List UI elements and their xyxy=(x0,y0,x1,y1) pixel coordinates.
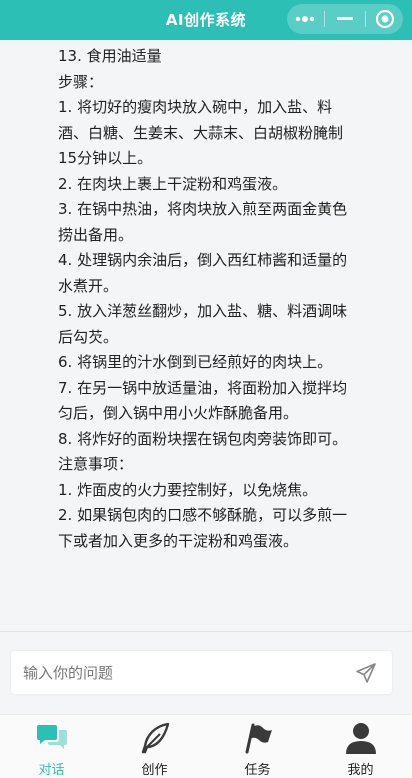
answer-line: 3. 在锅中热油，将肉块放入煎至两面金黄色 xyxy=(58,200,348,218)
more-dots-icon xyxy=(295,16,314,22)
feather-icon xyxy=(138,721,172,755)
tab-label: 对话 xyxy=(38,763,65,778)
question-input-bar xyxy=(11,651,392,694)
answer-line: 2. 在肉块上裹上干淀粉和鸡蛋液。 xyxy=(58,174,288,193)
answer-text: 13. 食用油适量 步骤： 1. 将切好的瘦肉块放入碗中，加入盐、料 酒、白糖、生姜末… xyxy=(0,40,412,554)
target-circle-icon xyxy=(376,9,395,29)
capsule-divider xyxy=(364,11,366,27)
send-icon xyxy=(356,663,376,683)
answer-line: 匀后，倒入锅中用小火炸酥脆备用。 xyxy=(58,404,299,422)
answer-line: 7. 在另一锅中放适量油，将面粉加入搅拌均 xyxy=(58,378,348,397)
answer-line: 2. 如果锅包肉的口感不够酥脆，可以多煎一 xyxy=(58,506,348,524)
tab-tasks[interactable]: 任务 xyxy=(206,715,309,778)
send-button[interactable] xyxy=(354,661,378,685)
answer-line: 4. 处理锅内余油后，倒入西红柿酱和适量的 xyxy=(58,251,348,269)
capsule-divider xyxy=(324,11,326,27)
bottom-tab-bar: 对话 创作 任务 我的 xyxy=(0,714,412,778)
mini-program-capsule xyxy=(287,4,403,34)
answer-line: 酒、白糖、生姜末、大蒜末、白胡椒粉腌制 xyxy=(58,123,344,142)
tab-create[interactable]: 创作 xyxy=(103,715,206,778)
answer-line: 8. 将炸好的面粉块摆在锅包肉旁装饰即可。 xyxy=(58,429,348,448)
chat-bubbles-icon xyxy=(35,721,69,755)
tab-label: 任务 xyxy=(244,763,271,778)
answer-line: 6. 将锅里的汁水倒到已经煎好的肉块上。 xyxy=(58,353,333,371)
answer-line: 后勾芡。 xyxy=(58,327,119,346)
minimize-button[interactable] xyxy=(329,4,361,34)
answer-line: 捞出备用。 xyxy=(58,225,134,244)
tab-mine[interactable]: 我的 xyxy=(309,715,412,778)
tab-label: 我的 xyxy=(347,763,374,778)
top-bar: AI创作系统 xyxy=(0,0,412,40)
user-icon xyxy=(344,721,378,755)
tab-chat[interactable]: 对话 xyxy=(0,715,103,778)
answer-line: 下或者加入更多的干淀粉和鸡蛋液。 xyxy=(58,531,299,550)
answer-line: 15分钟以上。 xyxy=(58,149,153,167)
answer-line: 水煮开。 xyxy=(58,276,119,295)
answer-line: 1. 炸面皮的火力要控制好，以免烧焦。 xyxy=(58,480,318,499)
answer-line: 注意事项： xyxy=(58,455,134,473)
input-divider xyxy=(0,631,412,632)
answer-line: 1. 将切好的瘦肉块放入碗中，加入盐、料 xyxy=(58,98,333,116)
answer-line: 13. 食用油适量 xyxy=(58,47,162,65)
tab-label: 创作 xyxy=(141,763,168,778)
minus-icon xyxy=(336,17,353,20)
flag-icon xyxy=(241,721,275,755)
chat-content[interactable]: 13. 食用油适量 步骤： 1. 将切好的瘦肉块放入碗中，加入盐、料 酒、白糖、生姜末… xyxy=(0,40,412,630)
more-button[interactable] xyxy=(289,4,321,34)
answer-line: 5. 放入洋葱丝翻炒，加入盐、糖、料酒调味 xyxy=(58,302,348,320)
close-button[interactable] xyxy=(369,4,401,34)
question-input[interactable] xyxy=(23,651,343,694)
answer-line: 步骤： xyxy=(58,72,104,91)
